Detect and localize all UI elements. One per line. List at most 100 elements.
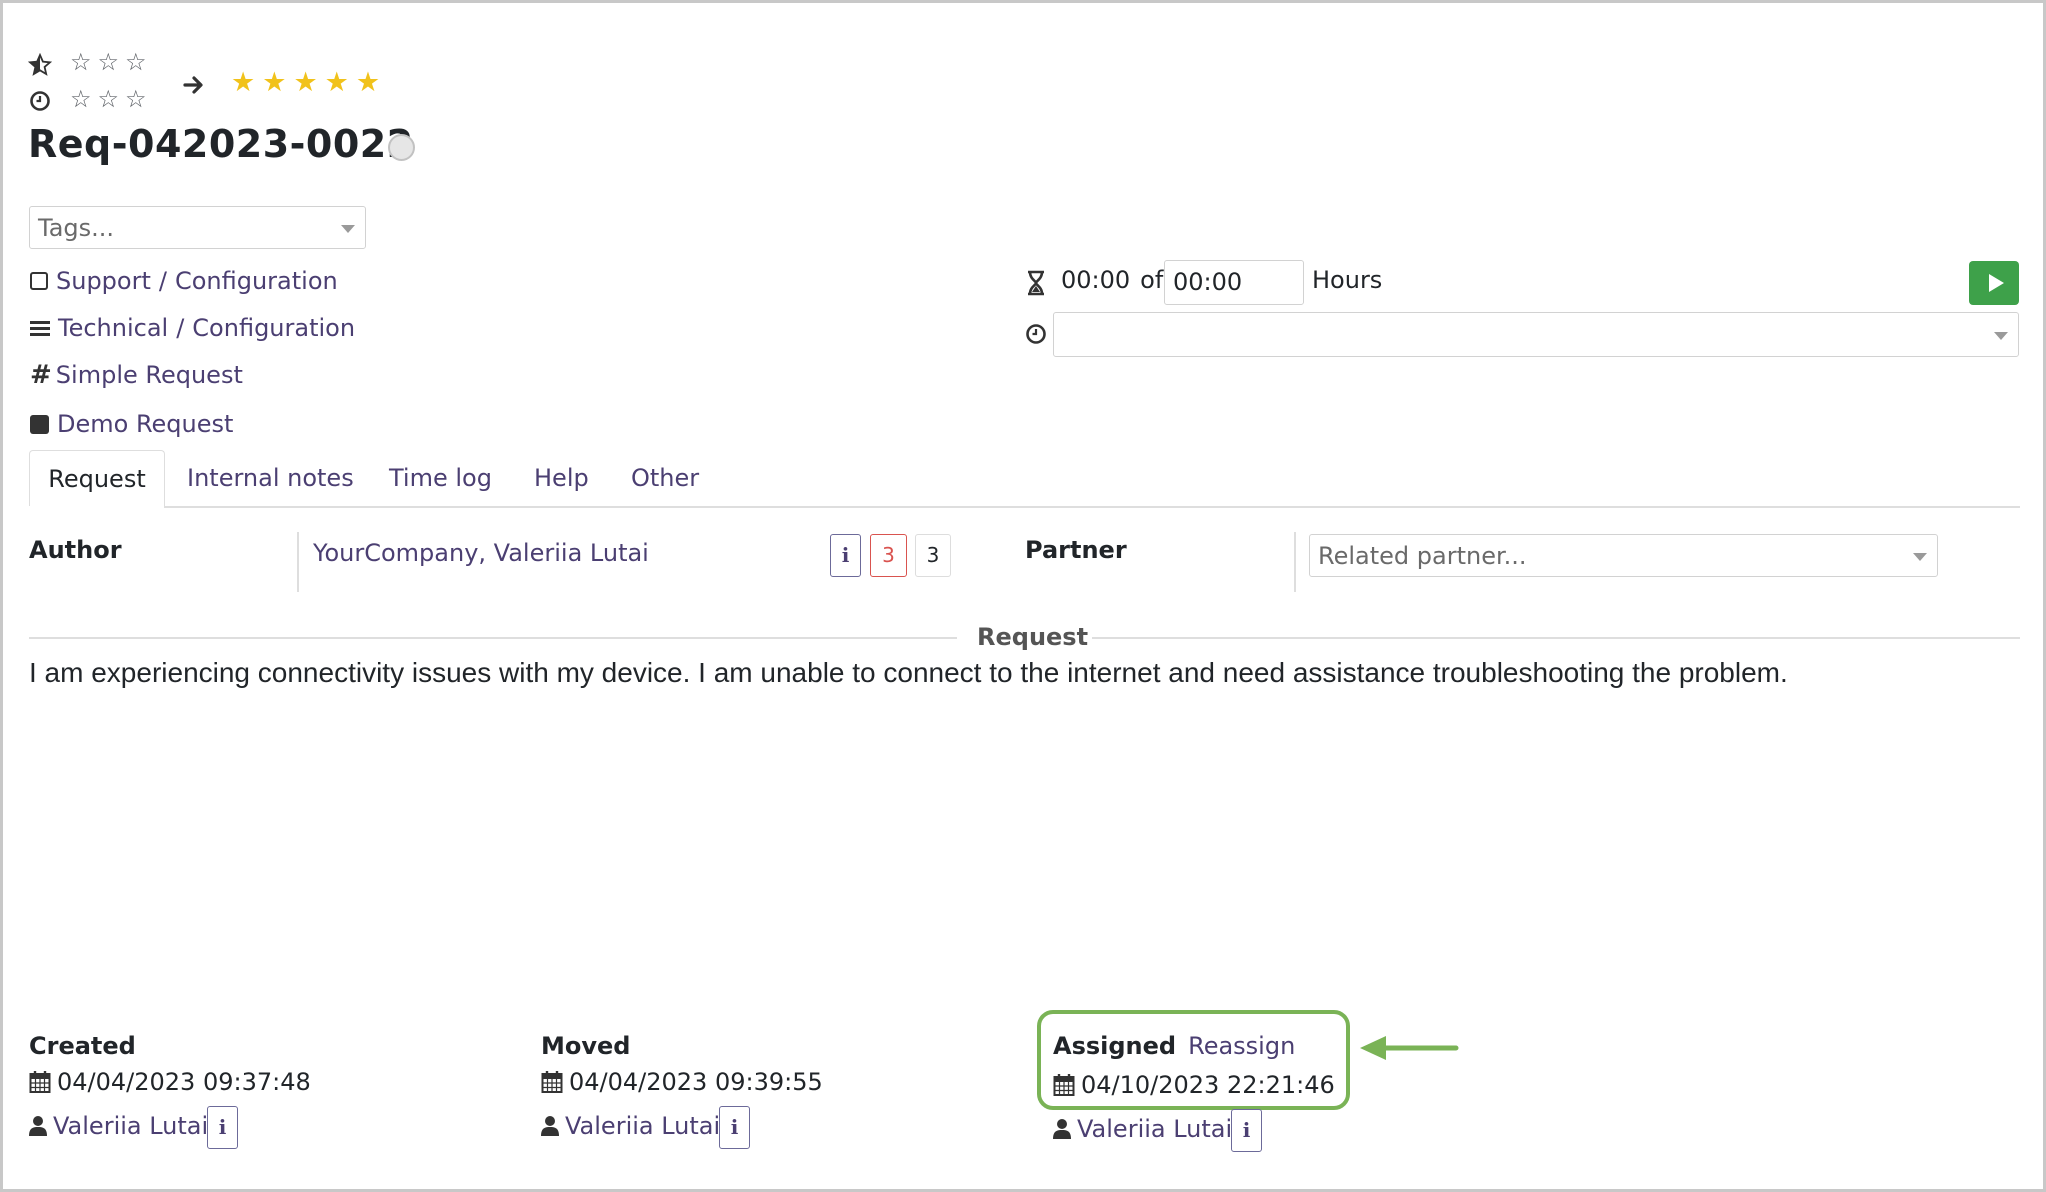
moved-date-line: 04/04/2023 09:39:55 (541, 1068, 823, 1096)
author-link[interactable]: YourCompany, Valeriia Lutai (313, 539, 649, 567)
user-icon (541, 1116, 559, 1136)
arrow-right-icon (183, 76, 203, 94)
star-icon[interactable]: ☆ (125, 87, 147, 111)
star-icon[interactable]: ☆ (70, 87, 92, 111)
timer-text: 00:00 of (1061, 266, 1163, 294)
partner-select[interactable]: Related partner... (1309, 534, 1938, 577)
bars-icon (30, 321, 50, 336)
annotation-arrow-icon (1360, 1036, 1459, 1060)
half-star-icon (28, 53, 52, 76)
hashtag-icon: # (30, 360, 52, 390)
clock-icon (30, 91, 50, 111)
service-line: Support / Configuration (30, 266, 338, 296)
status-circle-icon[interactable] (388, 134, 415, 161)
calendar-icon (541, 1071, 563, 1093)
reassign-link[interactable]: Reassign (1188, 1032, 1295, 1060)
service-sub-link[interactable]: Configuration (175, 267, 338, 295)
chevron-down-icon (341, 224, 355, 233)
moved-info-button[interactable]: i (719, 1106, 750, 1149)
clock-icon (1026, 324, 1046, 344)
page-title: Req-042023-0022 (28, 122, 414, 166)
chevron-down-icon (1913, 552, 1927, 561)
time-rating-stars[interactable]: ☆ ☆ ☆ (70, 87, 147, 111)
star-icon[interactable]: ☆ (98, 50, 120, 74)
created-label: Created (29, 1032, 136, 1060)
tab-other[interactable]: Other (631, 450, 699, 506)
moved-date: 04/04/2023 09:39:55 (569, 1068, 823, 1096)
star-icon: ★ (324, 67, 349, 98)
chevron-down-icon (1994, 331, 2008, 340)
tab-help[interactable]: Help (534, 450, 589, 506)
channel-link[interactable]: Demo Request (57, 410, 233, 438)
play-icon (1988, 274, 2004, 292)
category-link[interactable]: Technical (58, 314, 168, 342)
assigned-user-link[interactable]: Valeriia Lutai (1077, 1115, 1232, 1143)
moved-user-link[interactable]: Valeriia Lutai (565, 1112, 720, 1140)
category-line: Technical / Configuration (30, 313, 355, 343)
user-icon (29, 1116, 47, 1136)
star-icon[interactable]: ☆ (70, 50, 92, 74)
planned-hours-value: 00:00 (1173, 268, 1243, 296)
partner-placeholder: Related partner... (1318, 541, 1527, 570)
assigned-info-button[interactable]: i (1231, 1109, 1262, 1152)
tab-time-log[interactable]: Time log (389, 450, 492, 506)
created-user-line: Valeriia Lutai (29, 1112, 208, 1140)
assigned-date: 04/10/2023 22:21:46 (1081, 1071, 1335, 1099)
channel-line: Demo Request (30, 409, 233, 439)
moved-user-line: Valeriia Lutai (541, 1112, 720, 1140)
star-icon: ★ (262, 67, 287, 98)
author-badge-red[interactable]: 3 (870, 534, 907, 577)
tabs-bottom-border (164, 506, 2020, 508)
type-link[interactable]: Simple Request (56, 361, 243, 389)
created-date: 04/04/2023 09:37:48 (57, 1068, 311, 1096)
info-icon: i (1242, 1118, 1251, 1142)
assigned-label: Assigned (1053, 1032, 1177, 1060)
section-separator-right (1092, 637, 2020, 639)
star-icon: ★ (355, 67, 381, 98)
star-icon: ★ (231, 67, 256, 98)
planned-hours-input[interactable]: 00:00 (1164, 260, 1304, 305)
square-outline-icon (30, 272, 48, 290)
tags-input[interactable]: Tags... (29, 206, 366, 249)
partner-label: Partner (1025, 536, 1127, 564)
partner-divider (1294, 532, 1296, 592)
hours-unit-label: Hours (1312, 266, 1383, 294)
star-icon[interactable]: ☆ (125, 50, 147, 74)
info-icon: i (218, 1115, 227, 1139)
moved-label: Moved (541, 1032, 631, 1060)
category-sub-link[interactable]: Configuration (192, 314, 355, 342)
created-info-button[interactable]: i (207, 1106, 238, 1149)
calendar-icon (29, 1071, 51, 1093)
hourglass-icon (1028, 270, 1044, 296)
created-date-line: 04/04/2023 09:37:48 (29, 1068, 311, 1096)
service-link[interactable]: Support (56, 267, 151, 295)
current-rating-stars[interactable]: ☆ ☆ ☆ (70, 50, 147, 74)
calendar-icon (1053, 1074, 1075, 1096)
assigned-user-line: Valeriia Lutai (1053, 1115, 1232, 1143)
author-badge-plain[interactable]: 3 (915, 534, 951, 577)
square-filled-icon (30, 414, 49, 434)
timer-of-label: of (1140, 266, 1164, 294)
author-divider (297, 532, 299, 592)
tags-placeholder: Tags... (38, 213, 115, 242)
star-icon[interactable]: ☆ (98, 87, 120, 111)
badge-plain-count: 3 (926, 543, 940, 567)
created-user-link[interactable]: Valeriia Lutai (53, 1112, 208, 1140)
assigned-date-line: 04/10/2023 22:21:46 (1053, 1071, 1335, 1099)
assigned-header: Assigned Reassign (1053, 1032, 1295, 1060)
deadline-select[interactable] (1053, 312, 2019, 357)
start-timer-button[interactable] (1969, 261, 2019, 305)
time-spent: 00:00 (1061, 266, 1131, 294)
tab-internal-notes[interactable]: Internal notes (187, 450, 354, 506)
user-icon (1053, 1119, 1071, 1139)
request-body-text[interactable]: I am experiencing connectivity issues wi… (29, 657, 2019, 689)
author-info-button[interactable]: i (830, 534, 861, 577)
info-icon: i (730, 1115, 739, 1139)
tab-request[interactable]: Request (29, 450, 165, 506)
star-icon: ★ (293, 67, 318, 98)
author-label: Author (29, 536, 122, 564)
window-frame (0, 0, 2046, 1192)
request-section-title: Request (977, 623, 1089, 651)
badge-red-count: 3 (882, 543, 895, 567)
info-icon: i (841, 543, 850, 567)
